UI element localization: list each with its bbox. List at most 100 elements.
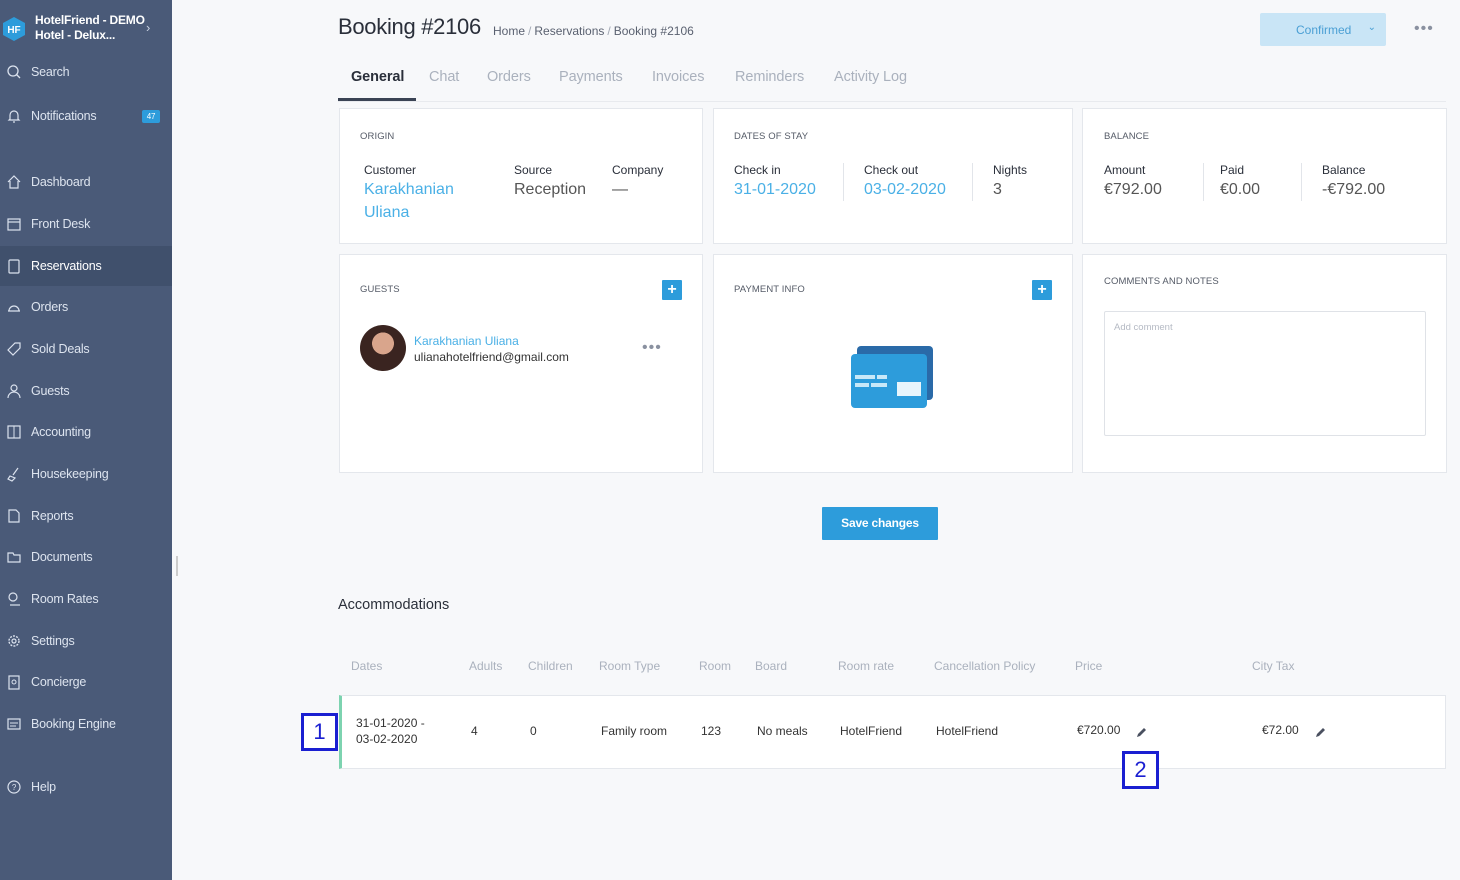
sidebar-item-label: Documents xyxy=(31,550,93,564)
customer-link[interactable]: Karakhanian xyxy=(364,181,454,199)
tab-activity-log[interactable]: Activity Log xyxy=(834,69,907,85)
amount-value: €792.00 xyxy=(1104,181,1162,198)
annotation-marker-1: 1 xyxy=(301,713,338,751)
sidebar-item-dashboard[interactable]: Dashboard xyxy=(0,162,172,202)
customer-label: Customer xyxy=(364,163,417,177)
chevron-down-icon: ⌄ xyxy=(1367,22,1376,33)
sidebar-item-help[interactable]: ? Help xyxy=(0,767,172,807)
tab-orders[interactable]: Orders xyxy=(487,69,531,85)
divider xyxy=(1203,163,1204,201)
column-header-room-type: Room Type xyxy=(599,659,661,673)
customer-link-line2[interactable]: Uliana xyxy=(364,204,409,222)
tab-general[interactable]: General xyxy=(351,69,404,85)
guest-more-options-icon[interactable]: ••• xyxy=(642,339,662,357)
comment-textarea[interactable]: Add comment xyxy=(1104,311,1426,436)
hotel-name: Hotel - Delux... xyxy=(35,28,116,42)
tab-reminders[interactable]: Reminders xyxy=(735,69,804,85)
comments-card: COMMENTS AND NOTES Add comment xyxy=(1082,254,1447,473)
payment-info-card: PAYMENT INFO + xyxy=(713,254,1073,473)
cell-children: 0 xyxy=(530,724,537,738)
status-label: Confirmed xyxy=(1296,22,1352,37)
sidebar-item-label: Reports xyxy=(31,509,74,523)
cell-room-rate: HotelFriend xyxy=(840,724,903,738)
source-label: Source xyxy=(514,163,553,177)
card-title: PAYMENT INFO xyxy=(734,284,805,295)
amount-label: Amount xyxy=(1104,163,1146,177)
sidebar-resize-handle[interactable] xyxy=(176,556,178,576)
svg-text:?: ? xyxy=(12,783,17,792)
sidebar-item-housekeeping[interactable]: Housekeeping xyxy=(0,454,172,494)
add-guest-button[interactable]: + xyxy=(662,280,682,300)
active-tab-indicator xyxy=(338,98,416,101)
guest-name-link[interactable]: Karakhanian Uliana xyxy=(414,334,519,348)
nights-label: Nights xyxy=(993,163,1028,177)
sidebar-item-orders[interactable]: Orders xyxy=(0,287,172,327)
sidebar-item-label: Sold Deals xyxy=(31,342,90,356)
sidebar-item-sold-deals[interactable]: Sold Deals xyxy=(0,329,172,369)
company-value: — xyxy=(612,181,628,198)
sidebar-item-label: Dashboard xyxy=(31,175,91,189)
cell-adults: 4 xyxy=(471,724,478,738)
more-options-icon[interactable]: ••• xyxy=(1414,20,1434,38)
sidebar-item-concierge[interactable]: Concierge xyxy=(0,662,172,702)
balance-card: BALANCE Amount €792.00 Paid €0.00 Balanc… xyxy=(1082,108,1447,244)
add-payment-button[interactable]: + xyxy=(1032,280,1052,300)
checkin-value[interactable]: 31-01-2020 xyxy=(734,181,816,199)
paid-value: €0.00 xyxy=(1220,181,1261,198)
checkout-label: Check out xyxy=(864,163,919,177)
edit-price-pencil-icon[interactable] xyxy=(1136,726,1148,738)
nights-value: 3 xyxy=(993,181,1002,198)
help-icon: ? xyxy=(6,779,22,795)
guest-avatar[interactable] xyxy=(360,325,406,371)
checkin-label: Check in xyxy=(734,163,781,177)
gear-icon xyxy=(6,633,22,649)
sidebar-item-label: Room Rates xyxy=(31,592,99,606)
company-label: Company xyxy=(612,163,664,177)
column-header-dates: Dates xyxy=(351,659,383,673)
save-changes-button[interactable]: Save changes xyxy=(822,507,938,540)
cloche-icon xyxy=(6,299,22,315)
sidebar-item-documents[interactable]: Documents xyxy=(0,537,172,577)
card-title: COMMENTS AND NOTES xyxy=(1104,276,1219,287)
sidebar-item-notifications[interactable]: Notifications 47 xyxy=(0,96,172,136)
broom-icon xyxy=(6,466,22,482)
sidebar-item-guests[interactable]: Guests xyxy=(0,371,172,411)
source-value: Reception xyxy=(514,181,587,198)
edit-city-tax-pencil-icon[interactable] xyxy=(1315,726,1327,738)
sidebar-item-reports[interactable]: Reports xyxy=(0,496,172,536)
cell-price: €720.00 xyxy=(1077,723,1121,737)
paid-label: Paid xyxy=(1220,163,1245,177)
card-title: BALANCE xyxy=(1104,131,1150,142)
cell-board: No meals xyxy=(757,724,808,738)
breadcrumb-reservations[interactable]: Reservations xyxy=(534,24,604,38)
sidebar-item-reservations[interactable]: Reservations xyxy=(0,246,172,286)
hotel-switcher[interactable]: HF HotelFriend - DEMO Hotel - Delux... › xyxy=(0,10,172,48)
hotelfriend-logo-icon: HF xyxy=(3,17,25,41)
sidebar-item-booking-engine[interactable]: Booking Engine xyxy=(0,704,172,744)
table-row[interactable]: 31-01-2020 - 03-02-2020 4 0 Family room … xyxy=(339,695,1446,769)
breadcrumb-home[interactable]: Home xyxy=(493,24,525,38)
column-header-room-rate: Room rate xyxy=(838,659,895,673)
calendar-icon xyxy=(6,216,22,232)
column-header-board: Board xyxy=(755,659,788,673)
divider xyxy=(843,163,844,201)
sidebar-item-accounting[interactable]: Accounting xyxy=(0,412,172,452)
guests-card: GUESTS + Karakhanian Uliana ulianahotelf… xyxy=(339,254,703,473)
card-title: ORIGIN xyxy=(360,131,395,142)
sidebar-item-settings[interactable]: Settings xyxy=(0,621,172,661)
sidebar-item-front-desk[interactable]: Front Desk xyxy=(0,204,172,244)
breadcrumb-current: Booking #2106 xyxy=(613,24,694,38)
tab-invoices[interactable]: Invoices xyxy=(652,69,705,85)
checkout-value[interactable]: 03-02-2020 xyxy=(864,181,946,199)
tab-payments[interactable]: Payments xyxy=(559,69,623,85)
sidebar-item-room-rates[interactable]: Room Rates xyxy=(0,579,172,619)
balance-label: Balance xyxy=(1322,163,1366,177)
column-header-cancellation-policy: Cancellation Policy xyxy=(934,659,1036,673)
column-header-room: Room xyxy=(699,659,732,673)
tab-chat[interactable]: Chat xyxy=(429,69,459,85)
cell-dates-start: 31-01-2020 - xyxy=(356,716,425,730)
status-dropdown[interactable]: Confirmed ⌄ xyxy=(1260,13,1386,46)
sidebar-item-search[interactable]: Search xyxy=(0,52,172,92)
dates-of-stay-card: DATES OF STAY Check in 31-01-2020 Check … xyxy=(713,108,1073,244)
sidebar-item-label: Settings xyxy=(31,634,75,648)
